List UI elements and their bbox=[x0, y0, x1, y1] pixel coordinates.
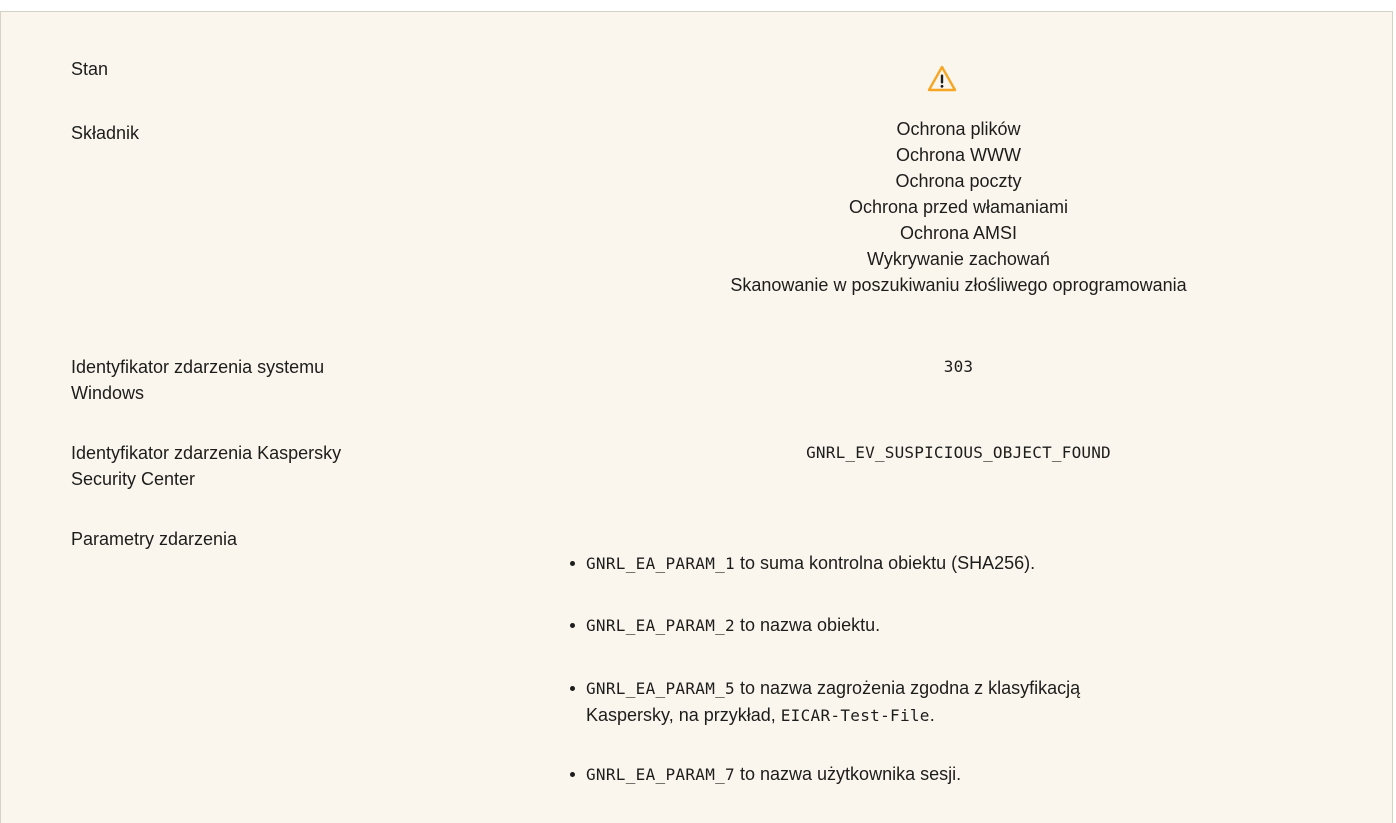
windows-event-id-value: 303 bbox=[943, 357, 974, 376]
component-item: Ochrona AMSI bbox=[899, 223, 1018, 243]
event-params-label: Parametry zdarzenia bbox=[71, 529, 238, 549]
param-text: . bbox=[929, 705, 935, 725]
windows-event-id-label-line: Windows bbox=[71, 383, 145, 403]
warning-triangle-icon bbox=[927, 65, 957, 92]
param-text: to suma kontrolna obiektu (SHA256). bbox=[735, 553, 1036, 573]
param-example-code: EICAR-Test-File bbox=[780, 706, 930, 725]
component-item: Ochrona plików bbox=[896, 119, 1021, 139]
event-param-item: GNRL_EA_PARAM_2 to nazwa obiektu. bbox=[568, 612, 1266, 639]
windows-event-id-label-line: Identyfikator zdarzenia systemu bbox=[71, 357, 325, 377]
component-item: Ochrona przed włamaniami bbox=[848, 197, 1069, 217]
param-code: GNRL_EA_PARAM_5 bbox=[586, 679, 735, 698]
ksc-event-id-label: Identyfikator zdarzenia Kaspersky Securi… bbox=[71, 440, 441, 492]
event-details-panel: Stan Składnik Ochrona plików Ochrona WWW… bbox=[0, 11, 1393, 823]
component-list: Ochrona plików Ochrona WWW Ochrona poczt… bbox=[581, 116, 1336, 298]
event-param-item: GNRL_EA_PARAM_5 to nazwa zagrożenia zgod… bbox=[568, 675, 1266, 729]
event-param-item: GNRL_EA_PARAM_1 to suma kontrolna obiekt… bbox=[568, 550, 1266, 577]
ksc-event-id-label-line: Security Center bbox=[71, 469, 196, 489]
component-item: Skanowanie w poszukiwaniu złośliwego opr… bbox=[730, 275, 1187, 295]
component-item: Ochrona poczty bbox=[895, 171, 1022, 191]
param-text: Kaspersky, na przykład, bbox=[586, 705, 781, 725]
component-label: Składnik bbox=[71, 123, 140, 143]
event-param-item: GNRL_EA_PARAM_7 to nazwa użytkownika ses… bbox=[568, 761, 1266, 788]
windows-event-id-label: Identyfikator zdarzenia systemu Windows bbox=[71, 354, 441, 406]
param-code: GNRL_EA_PARAM_7 bbox=[586, 765, 735, 784]
ksc-event-id-label-line: Identyfikator zdarzenia Kaspersky bbox=[71, 443, 342, 463]
component-item: Ochrona WWW bbox=[895, 145, 1021, 165]
param-text: to nazwa zagrożenia zgodna z klasyfikacj… bbox=[735, 678, 1081, 698]
ksc-event-id-value: GNRL_EV_SUSPICIOUS_OBJECT_FOUND bbox=[806, 443, 1111, 462]
param-code: GNRL_EA_PARAM_1 bbox=[586, 554, 735, 573]
component-item: Wykrywanie zachowań bbox=[867, 249, 1050, 269]
param-code: GNRL_EA_PARAM_2 bbox=[586, 616, 735, 635]
param-text: to nazwa użytkownika sesji. bbox=[735, 764, 962, 784]
status-label: Stan bbox=[71, 59, 109, 79]
param-text: to nazwa obiektu. bbox=[735, 615, 881, 635]
